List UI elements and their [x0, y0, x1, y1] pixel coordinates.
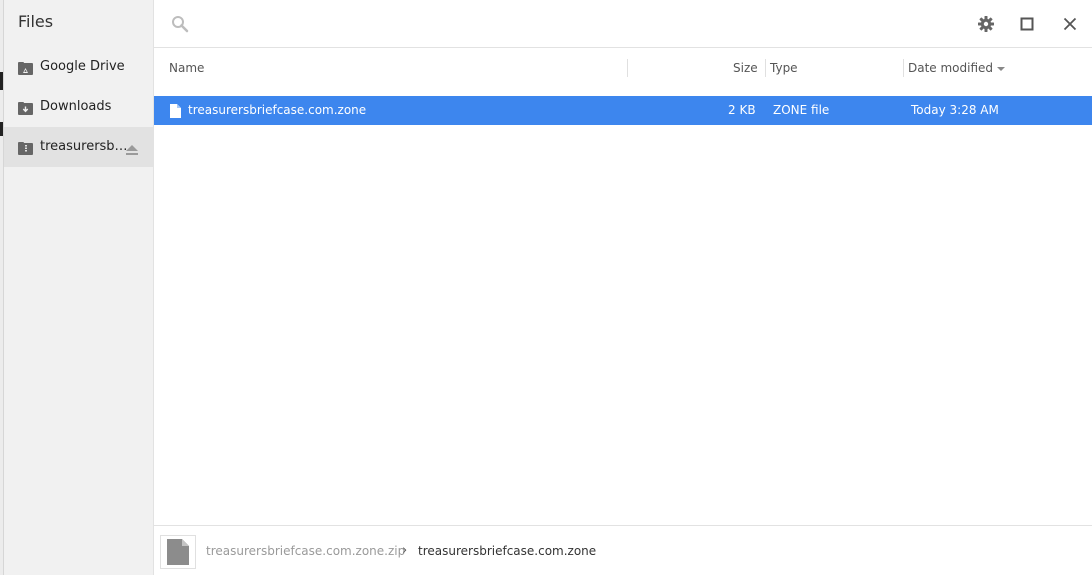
file-date-modified: Today 3:28 AM [911, 103, 999, 117]
sidebar-item-downloads[interactable]: Downloads [4, 87, 153, 127]
column-header-size[interactable]: Size [733, 49, 758, 87]
column-header-type[interactable]: Type [770, 49, 798, 87]
maximize-icon[interactable] [1015, 12, 1039, 36]
breadcrumb-parent[interactable]: treasurersbriefcase.com.zone.zip [206, 526, 405, 575]
file-thumbnail-icon [160, 535, 196, 569]
column-divider[interactable] [903, 59, 904, 77]
sidebar-item-archive[interactable]: treasurersb… [4, 127, 153, 167]
archive-icon [18, 140, 33, 155]
column-header-date-label: Date modified [908, 61, 994, 75]
file-name: treasurersbriefcase.com.zone [188, 103, 367, 117]
toolbar [154, 0, 1092, 48]
google-drive-icon [18, 60, 33, 75]
column-divider[interactable] [765, 59, 766, 77]
file-row[interactable]: treasurersbriefcase.com.zone 2 KB ZONE f… [154, 96, 1092, 125]
sidebar-item-label: treasurersb… [40, 139, 128, 154]
generic-file-icon [170, 103, 181, 118]
search-input[interactable] [194, 12, 794, 36]
sidebar-item-google-drive[interactable]: Google Drive [4, 47, 153, 87]
search-icon[interactable] [168, 12, 192, 36]
sidebar: Files Google Drive Downloads treasurersb… [4, 0, 154, 575]
file-size: 2 KB [728, 103, 756, 117]
edge-artifact [0, 122, 3, 136]
close-icon[interactable] [1058, 12, 1082, 36]
sidebar-item-label: Downloads [40, 99, 112, 114]
column-header-row: Name Size Type Date modified [154, 49, 1092, 87]
app-title: Files [18, 12, 54, 31]
column-header-name[interactable]: Name [169, 49, 204, 87]
breadcrumb-bar: treasurersbriefcase.com.zone.zip › treas… [154, 525, 1092, 575]
sidebar-item-label: Google Drive [40, 59, 125, 74]
sort-descending-icon [997, 66, 1006, 71]
breadcrumb-current: treasurersbriefcase.com.zone [418, 544, 597, 558]
breadcrumb-separator-icon: › [402, 543, 408, 558]
file-type: ZONE file [773, 103, 830, 117]
eject-icon[interactable] [124, 141, 140, 155]
column-divider[interactable] [627, 59, 628, 77]
edge-artifact [0, 72, 3, 90]
column-header-date[interactable]: Date modified [908, 49, 1006, 87]
downloads-folder-icon [18, 100, 33, 115]
gear-icon[interactable] [974, 12, 998, 36]
